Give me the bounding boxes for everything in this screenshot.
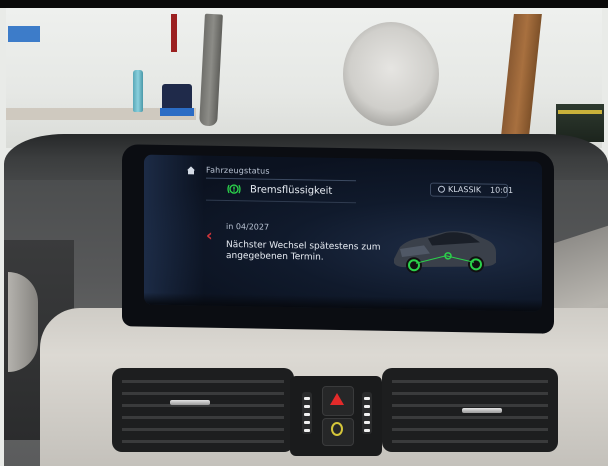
- due-date: in 04/2027: [226, 221, 270, 232]
- vent-slat: [122, 428, 284, 431]
- title-divider: [206, 177, 356, 182]
- infotainment-screen[interactable]: Fahrzeugstatus KLASSIK 10:01 Bremsflüssi…: [144, 154, 542, 312]
- page-title: Fahrzeugstatus: [206, 165, 270, 176]
- spray-bottle: [133, 70, 143, 112]
- vent-adjust-tab[interactable]: [170, 400, 210, 405]
- compass-icon: [438, 185, 445, 193]
- vent-slat: [122, 392, 284, 395]
- vent-slat: [392, 428, 548, 431]
- clock: 10:01: [490, 185, 514, 195]
- vent-slat: [392, 440, 548, 443]
- left-vent-ring: [8, 272, 38, 372]
- chevron-left-icon[interactable]: ‹: [206, 226, 213, 245]
- vent-slat: [122, 380, 284, 383]
- hazard-warning-icon: [330, 393, 344, 405]
- brake-fluid-icon: [227, 184, 241, 194]
- vent-adjust-tab[interactable]: [462, 408, 502, 413]
- photo-top-frame: [0, 0, 608, 8]
- item-divider: [206, 199, 356, 204]
- blue-wall-sign: [8, 26, 40, 42]
- vent-slat: [122, 440, 284, 443]
- left-indicator-strip: [302, 392, 312, 434]
- screen-glare: [144, 154, 204, 306]
- home-icon[interactable]: [186, 165, 196, 175]
- vent-slat: [392, 392, 548, 395]
- car-illustration: [394, 231, 496, 274]
- canister-lid: [160, 108, 194, 116]
- right-air-vent[interactable]: [382, 368, 558, 452]
- right-indicator-strip: [362, 392, 372, 434]
- vent-slat: [392, 380, 548, 383]
- left-air-vent[interactable]: [112, 368, 294, 452]
- round-reflector: [343, 22, 439, 126]
- mode-label: KLASSIK: [448, 184, 482, 195]
- tool-box-stripe: [558, 110, 602, 114]
- wall-hook: [171, 14, 177, 52]
- photo-scene: Fahrzeugstatus KLASSIK 10:01 Bremsflüssi…: [0, 0, 608, 466]
- vent-slat: [392, 416, 548, 419]
- service-message: Nächster Wechsel spätestens zum angegebe…: [226, 239, 381, 263]
- central-lock-icon: [331, 422, 343, 436]
- vent-slat: [392, 404, 548, 407]
- item-title: Bremsflüssigkeit: [250, 184, 333, 197]
- vent-slat: [122, 416, 284, 419]
